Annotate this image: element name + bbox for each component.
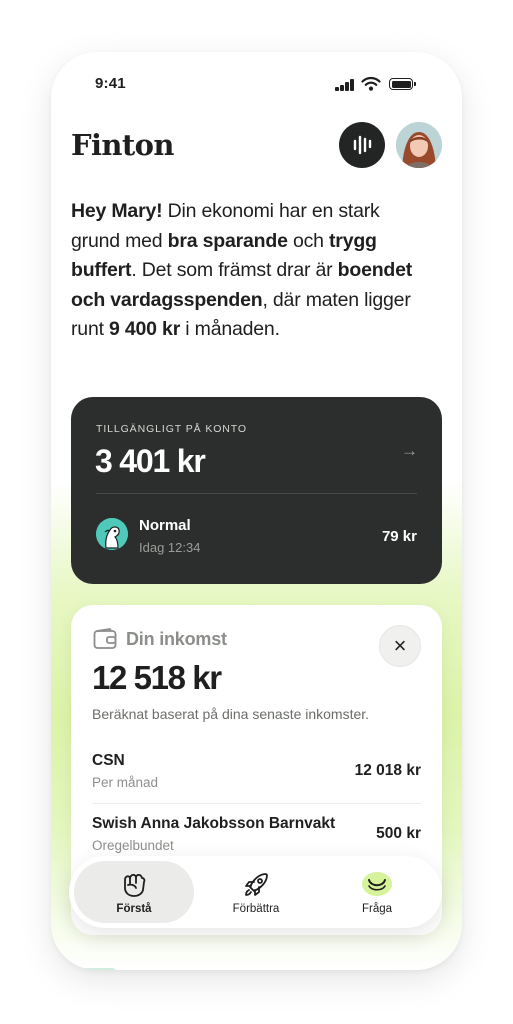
tab-forsta[interactable]: Förstå	[74, 861, 194, 923]
avatar[interactable]	[396, 122, 442, 168]
next-card-peek	[82, 968, 116, 970]
mascot-icon	[96, 518, 128, 550]
voice-button[interactable]	[339, 122, 385, 168]
fist-icon	[124, 873, 146, 897]
income-row-value: 500 kr	[376, 825, 421, 842]
tab-label: Förstå	[116, 903, 152, 915]
income-row-subtitle: Oregelbundet	[92, 838, 174, 853]
income-row-subtitle: Per månad	[92, 775, 159, 790]
close-icon: ×	[393, 633, 407, 658]
divider	[96, 493, 417, 494]
status-bar: 9:41	[51, 52, 462, 114]
intro-segment: i månaden.	[180, 318, 280, 340]
tab-label: Fråga	[361, 903, 393, 915]
income-amount: 12 518 kr	[92, 659, 222, 696]
income-note: Beräknat baserat på dina senaste inkomst…	[92, 706, 370, 722]
intro-highlight: bra sparande	[167, 229, 288, 252]
income-row-title: CSN	[92, 752, 125, 769]
divider	[92, 803, 421, 804]
balance-label: TILLGÄNGLIGT PÅ KONTO	[96, 423, 247, 435]
income-title: Din inkomst	[126, 629, 227, 649]
app-logo: Finton	[71, 128, 175, 162]
phone-frame: 9:41 Finton Hey Mary! Din ekonomi har en…	[51, 52, 462, 970]
intro-text: Hey Mary! Din ekonomi har en stark grund…	[71, 197, 421, 345]
tab-fraga[interactable]: Fråga	[317, 861, 437, 923]
intro-highlight: 9 400 kr	[109, 318, 181, 340]
balance-card[interactable]: TILLGÄNGLIGT PÅ KONTO 3 401 kr → Normal …	[71, 397, 442, 584]
plan-name: Normal	[139, 517, 191, 534]
battery-icon	[389, 78, 416, 90]
rocket-icon	[245, 873, 268, 896]
wifi-icon	[361, 76, 381, 91]
balance-amount: 3 401 kr	[95, 443, 206, 479]
intro-segment: . Det som främst drar är	[131, 259, 338, 281]
arrow-right-icon[interactable]: →	[401, 441, 418, 461]
intro-greeting: Hey Mary!	[71, 200, 163, 222]
wallet-icon	[93, 628, 117, 649]
intro-segment: och	[287, 229, 330, 252]
signal-icon	[335, 79, 355, 91]
waveform-icon	[353, 135, 372, 155]
tab-forbattra[interactable]: Förbättra	[196, 861, 316, 923]
tab-bar: Förstå Förbättra Fråga	[69, 856, 442, 928]
close-button[interactable]: ×	[379, 625, 421, 667]
income-row-csn[interactable]: CSN Per månad 12 018 kr	[92, 752, 421, 814]
tab-label: Förbättra	[232, 903, 280, 915]
income-row-value: 12 018 kr	[354, 762, 421, 779]
status-time: 9:41	[95, 75, 126, 92]
income-row-title: Swish Anna Jakobsson Barnvakt	[92, 815, 336, 832]
plan-timestamp: Idag 12:34	[139, 540, 201, 555]
smile-icon	[362, 872, 392, 896]
plan-amount: 79 kr	[381, 528, 417, 545]
